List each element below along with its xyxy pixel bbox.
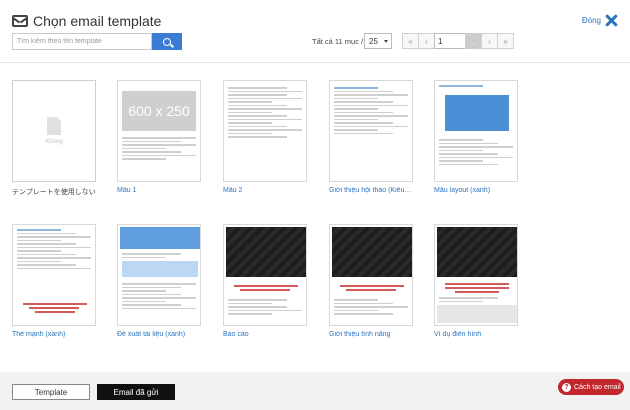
close-icon[interactable] xyxy=(605,14,618,27)
template-thumbnail[interactable] xyxy=(223,224,307,326)
caret-down-icon xyxy=(384,40,388,43)
template-card-none[interactable]: Không テンプレートを使用しない xyxy=(12,80,96,197)
template-name[interactable]: Mẫu 2 xyxy=(223,187,307,194)
template-thumbnail[interactable] xyxy=(329,224,413,326)
template-card-4[interactable]: Mẫu layout (xanh) xyxy=(434,80,518,194)
hero-image xyxy=(437,227,517,277)
template-thumbnail[interactable]: Không xyxy=(12,80,96,182)
banner-image xyxy=(122,261,198,277)
template-card-5[interactable]: Thế mạnh (xanh) xyxy=(12,224,96,338)
close-label[interactable]: Đóng xyxy=(582,16,601,25)
template-card-7[interactable]: Báo cáo xyxy=(223,224,307,338)
page-title: Chọn email template xyxy=(33,13,162,29)
question-icon: ? xyxy=(562,382,571,392)
template-name[interactable]: Mẫu 1 xyxy=(117,187,201,194)
close-button[interactable]: Đóng xyxy=(582,14,618,27)
tab-template[interactable]: Template xyxy=(12,384,90,400)
next-page-button[interactable]: › xyxy=(481,33,498,49)
envelope-icon xyxy=(12,15,28,27)
template-thumbnail[interactable] xyxy=(223,80,307,182)
template-card-2[interactable]: Mẫu 2 xyxy=(223,80,307,194)
search-button[interactable] xyxy=(152,33,182,50)
template-thumbnail[interactable]: 600 x 250 xyxy=(117,80,201,182)
template-name[interactable]: Thế mạnh (xanh) xyxy=(12,331,96,338)
template-thumbnail[interactable] xyxy=(117,224,201,326)
template-name[interactable]: Ví dụ điển hình xyxy=(434,331,518,338)
help-button[interactable]: ? Cách tạo email xyxy=(558,379,624,395)
hero-image xyxy=(226,227,306,277)
page-size-select[interactable]: 25 xyxy=(364,33,392,49)
search-icon xyxy=(163,37,171,46)
template-name[interactable]: Đề xuất tài liệu (xanh) xyxy=(117,331,201,338)
template-card-9[interactable]: Ví dụ điển hình xyxy=(434,224,518,338)
tab-sent-emails[interactable]: Email đã gửi xyxy=(97,384,175,400)
template-thumbnail[interactable] xyxy=(434,224,518,326)
template-thumbnail[interactable] xyxy=(12,224,96,326)
first-page-button[interactable]: « xyxy=(402,33,419,49)
template-name[interactable]: Mẫu layout (xanh) xyxy=(434,187,518,194)
placeholder-image: 600 x 250 xyxy=(122,91,196,131)
title-row: Chọn email template xyxy=(12,10,161,32)
search-input[interactable] xyxy=(12,33,152,50)
banner-image xyxy=(445,95,509,131)
template-card-8[interactable]: Giới thiệu tính năng xyxy=(329,224,413,338)
ellipsis-button: ‥ xyxy=(465,33,482,49)
template-picker-panel: Chọn email template Đóng Tất cả 11 mục /… xyxy=(0,0,630,372)
hero-image xyxy=(332,227,412,277)
template-thumbnail[interactable] xyxy=(434,80,518,182)
template-thumbnail[interactable] xyxy=(329,80,413,182)
template-name[interactable]: Giới thiệu hội thảo (Kiểu chữ... xyxy=(329,187,413,194)
empty-thumbnail-label: Không xyxy=(45,139,63,145)
total-count: Tất cả 11 mục / xyxy=(312,37,364,46)
template-card-6[interactable]: Đề xuất tài liệu (xanh) xyxy=(117,224,201,338)
template-name[interactable]: Giới thiệu tính năng xyxy=(329,331,413,338)
template-card-3[interactable]: Giới thiệu hội thảo (Kiểu chữ... xyxy=(329,80,413,194)
help-label[interactable]: Cách tạo email xyxy=(574,384,621,391)
template-name[interactable]: Báo cáo xyxy=(223,331,307,338)
last-page-button[interactable]: » xyxy=(497,33,514,49)
footer-block xyxy=(437,305,517,323)
prev-page-button[interactable]: ‹ xyxy=(418,33,435,49)
template-name[interactable]: テンプレートを使用しない xyxy=(12,187,96,197)
divider xyxy=(0,62,630,63)
banner-image xyxy=(120,227,200,249)
page-number-input[interactable]: 1 xyxy=(434,33,466,49)
document-icon xyxy=(47,117,61,135)
page-size-value: 25 xyxy=(369,36,378,46)
template-card-1[interactable]: 600 x 250 Mẫu 1 xyxy=(117,80,201,194)
pager: « ‹ 1 ‥ › » xyxy=(402,33,514,49)
